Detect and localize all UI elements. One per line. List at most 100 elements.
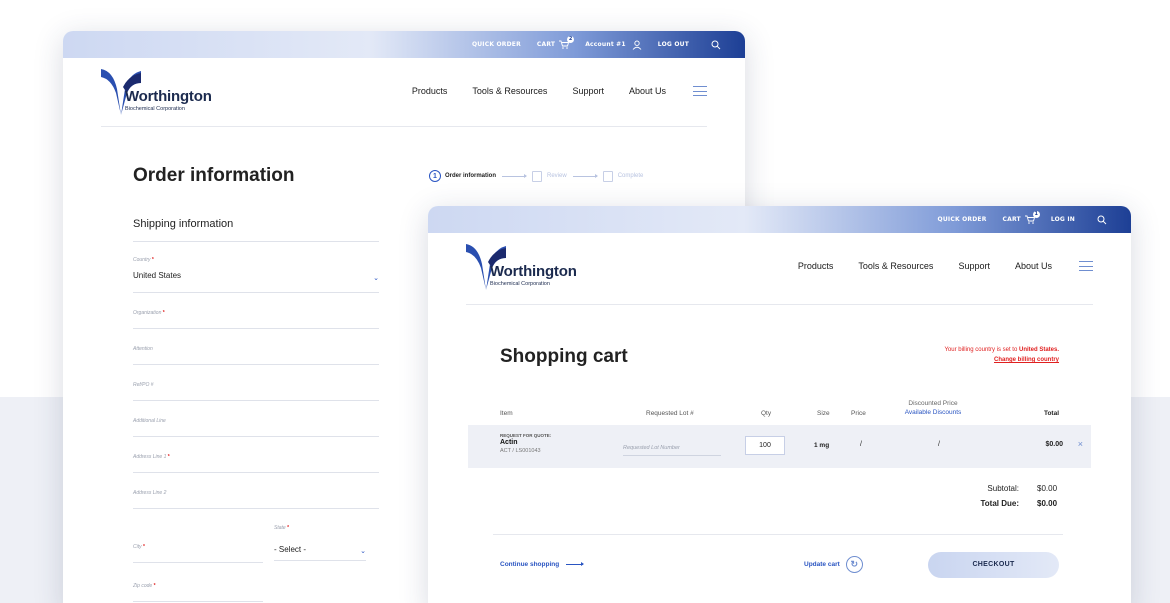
cart-icon: 1 — [1024, 211, 1040, 224]
quantity-input[interactable]: 100 — [745, 436, 785, 455]
organization-label: Organization * — [133, 310, 165, 316]
update-cart-button[interactable]: Update cart ↻ — [804, 556, 863, 573]
shipping-divider — [133, 241, 379, 242]
city-label: City * — [133, 544, 145, 550]
discounted-price-value: / — [938, 441, 940, 448]
request-for-quote-label: REQUEST FOR QUOTE: — [500, 433, 552, 438]
brand-name: Worthington — [125, 88, 212, 105]
col-item: Item — [500, 410, 513, 417]
col-qty: Qty — [761, 410, 772, 417]
header-divider — [466, 304, 1093, 305]
organization-field[interactable]: Organization * — [133, 310, 379, 329]
address-line-2-label: Address Line 2 — [133, 490, 167, 496]
billing-text: Your billing country is set to United St… — [944, 347, 1059, 353]
attention-label: Attention — [133, 346, 153, 352]
account-link[interactable]: Account #1 — [585, 40, 642, 50]
brand-logo[interactable]: Worthington Biochemical Corporation — [466, 244, 577, 290]
zip-code-field[interactable]: Zip code * — [133, 583, 263, 602]
quick-order-link[interactable]: QUICK ORDER — [472, 41, 521, 48]
hamburger-menu-icon[interactable] — [1079, 261, 1093, 271]
shipping-heading: Shipping information — [133, 218, 234, 230]
nav-tools-resources[interactable]: Tools & Resources — [858, 261, 933, 271]
country-value: United States — [133, 271, 182, 280]
row-total: $0.00 — [1045, 441, 1063, 448]
checkout-steps: 1 Order information Review Complete — [429, 170, 643, 182]
cart-count-badge: 1 — [1032, 211, 1040, 218]
cart-window: QUICK ORDER CART 1 LOG IN Worthington Bi… — [428, 206, 1131, 603]
billing-country: United States. — [1018, 347, 1059, 353]
discounted-price-label: Discounted Price — [908, 400, 958, 407]
cart-label: CART — [1002, 216, 1021, 223]
site-header: Worthington Biochemical Corporation Prod… — [428, 233, 1131, 303]
arrow-right-icon — [572, 173, 598, 178]
country-select[interactable]: Country * United States ⌄ — [133, 257, 379, 293]
zip-code-label: Zip code * — [133, 583, 156, 589]
page-title: Shopping cart — [500, 346, 628, 367]
cart-summary: Subtotal: $0.00 Total Due: $0.00 — [959, 484, 1059, 514]
state-label: State * — [274, 525, 290, 531]
brand-logo[interactable]: Worthington Biochemical Corporation — [101, 69, 212, 115]
hamburger-menu-icon[interactable] — [693, 86, 707, 96]
close-icon[interactable]: × — [1078, 439, 1083, 449]
login-link[interactable]: LOG IN — [1051, 216, 1075, 223]
chevron-down-icon: ⌄ — [360, 548, 366, 555]
address-line-1-field[interactable]: Address Line 1 * — [133, 454, 379, 473]
footer-divider — [493, 534, 1063, 535]
state-select[interactable]: State * - Select - ⌄ — [274, 525, 366, 561]
total-due-row: Total Due: $0.00 — [959, 499, 1059, 508]
review-icon — [532, 170, 543, 182]
nav-support[interactable]: Support — [572, 86, 604, 96]
available-discounts-link[interactable]: Available Discounts — [893, 408, 973, 417]
cart-label: CART — [536, 41, 556, 48]
logout-link[interactable]: LOG OUT — [658, 41, 689, 48]
attention-field[interactable]: Attention — [133, 346, 379, 365]
nav-support[interactable]: Support — [958, 261, 990, 271]
brand-subtitle: Biochemical Corporation — [490, 281, 550, 287]
ref-po-field[interactable]: Ref/PO # — [133, 382, 379, 401]
search-button[interactable] — [705, 40, 721, 50]
col-price: Price — [851, 410, 866, 417]
col-total: Total — [1043, 410, 1059, 417]
nav-about-us[interactable]: About Us — [629, 86, 666, 96]
logo-text: Worthington Biochemical Corporation — [125, 88, 212, 112]
country-label: Country * — [133, 257, 154, 263]
product-name[interactable]: Actin — [500, 439, 518, 446]
nav-products[interactable]: Products — [798, 261, 834, 271]
step-order-information: Order information — [445, 173, 497, 179]
update-cart-label: Update cart — [804, 561, 840, 568]
main-nav: Products Tools & Resources Support About… — [773, 261, 1093, 271]
subtotal-value: $0.00 — [1037, 484, 1058, 493]
checkout-button[interactable]: CHECKOUT — [928, 552, 1059, 578]
nav-tools-resources[interactable]: Tools & Resources — [472, 86, 547, 96]
city-field[interactable]: City * — [133, 544, 263, 563]
site-header: Worthington Biochemical Corporation Prod… — [63, 58, 745, 128]
search-button[interactable] — [1091, 215, 1107, 225]
chevron-down-icon: ⌄ — [373, 275, 379, 282]
continue-shopping-link[interactable]: Continue shopping — [500, 561, 585, 568]
ref-po-label: Ref/PO # — [133, 382, 154, 388]
subtotal-row: Subtotal: $0.00 — [959, 484, 1059, 493]
address-line-2-field[interactable]: Address Line 2 — [133, 490, 379, 509]
additional-line-field[interactable]: Additional Line — [133, 418, 379, 437]
product-code: ACT / LS001043 — [500, 448, 541, 454]
cart-icon: 2 — [559, 36, 575, 49]
nav-about-us[interactable]: About Us — [1015, 261, 1052, 271]
cart-link[interactable]: CART 2 — [536, 36, 575, 49]
cart-link[interactable]: CART 1 — [1002, 211, 1040, 224]
cart-row: REQUEST FOR QUOTE: Actin ACT / LS001043 … — [468, 425, 1091, 468]
requested-lot-input[interactable]: Requested Lot Number — [623, 445, 721, 456]
change-billing-country-link[interactable]: Change billing country — [944, 355, 1059, 365]
quick-order-link[interactable]: QUICK ORDER — [938, 216, 987, 223]
continue-shopping-label: Continue shopping — [500, 561, 560, 568]
size-value: 1 mg — [814, 442, 830, 449]
nav-products[interactable]: Products — [412, 86, 448, 96]
step-review: Review — [532, 170, 567, 182]
arrow-right-icon — [566, 562, 585, 566]
brand-name: Worthington — [490, 263, 577, 280]
complete-icon — [602, 170, 613, 182]
header-divider — [101, 126, 707, 127]
step-current-icon: 1 — [429, 170, 441, 182]
main-nav: Products Tools & Resources Support About… — [387, 86, 707, 96]
subtotal-label: Subtotal: — [987, 484, 1019, 493]
additional-line-label: Additional Line — [133, 418, 166, 424]
